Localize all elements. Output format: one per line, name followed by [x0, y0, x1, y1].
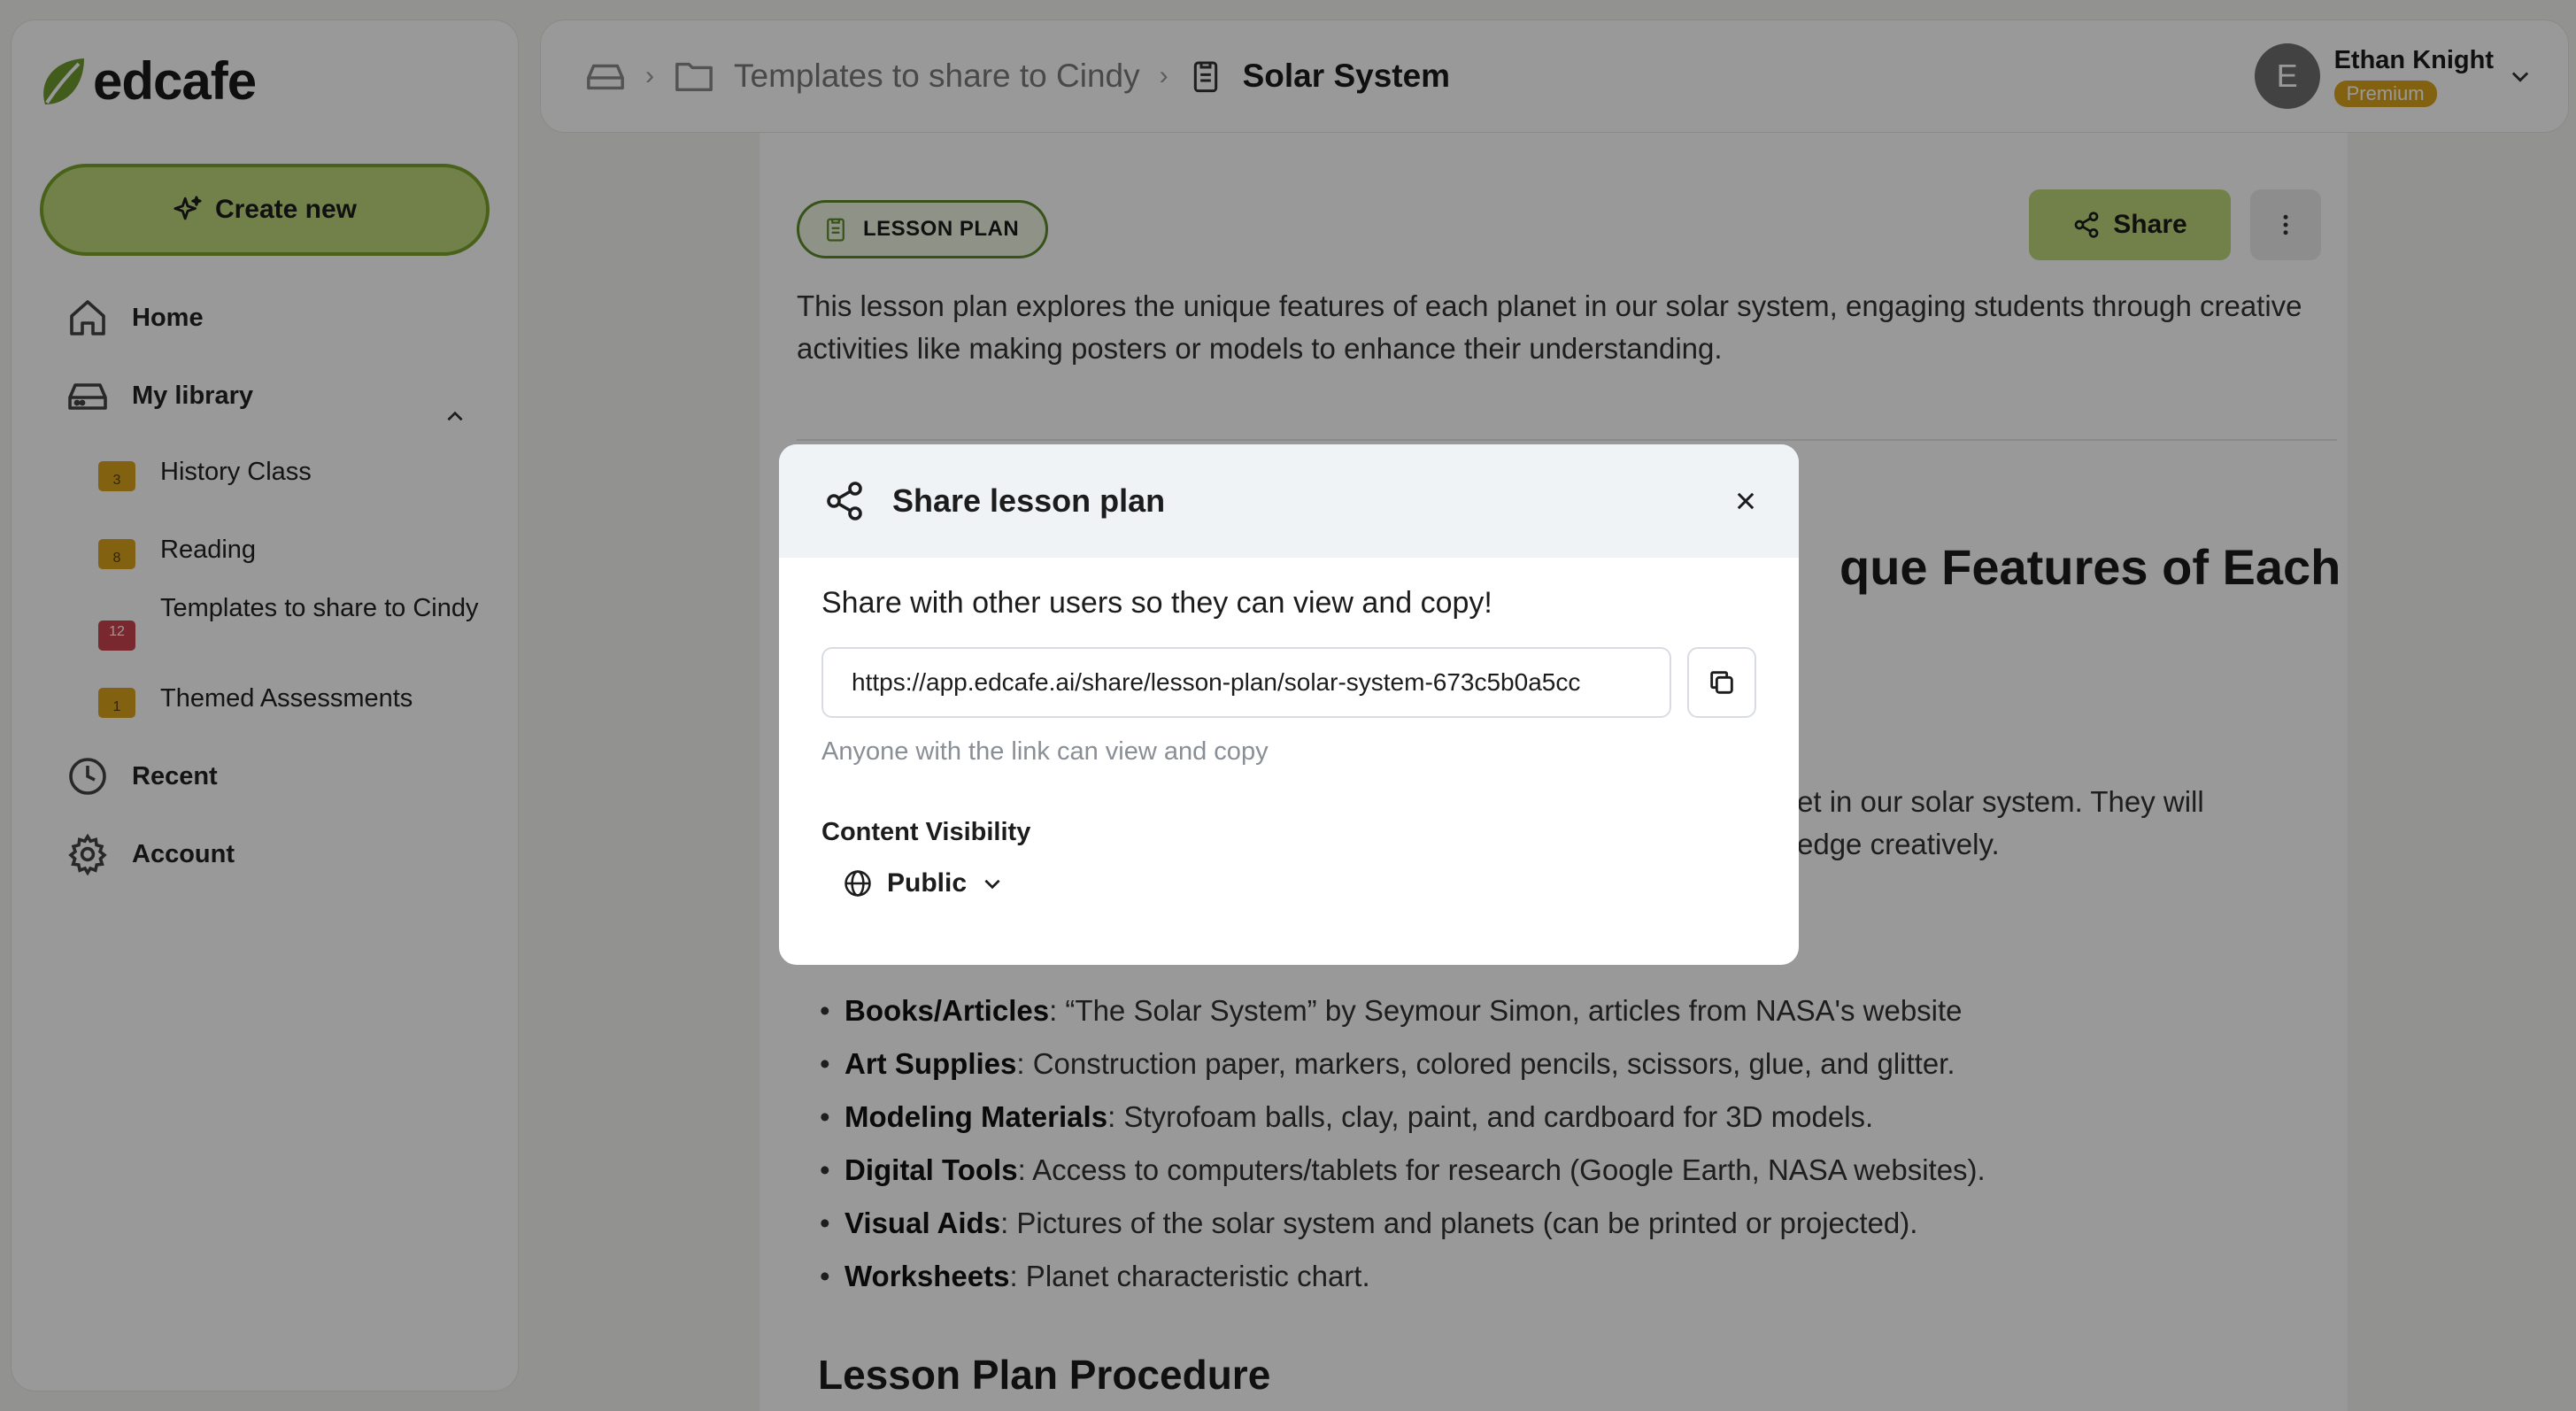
chevron-down-icon: [984, 879, 1000, 890]
share-icon: [827, 482, 862, 520]
share-link-hint: Anyone with the link can view and copy: [821, 737, 1269, 766]
share-modal: Share lesson plan Share with other users…: [779, 444, 1799, 965]
share-link-input[interactable]: [821, 647, 1672, 718]
globe-icon: [845, 870, 871, 897]
visibility-select[interactable]: Public: [843, 868, 1756, 898]
close-icon[interactable]: [1733, 489, 1758, 513]
modal-subtitle: Share with other users so they can view …: [821, 586, 1492, 620]
modal-title: Share lesson plan: [892, 482, 1166, 519]
visibility-value: Public: [887, 868, 968, 898]
copy-link-button[interactable]: [1687, 647, 1756, 718]
app: edcafe Create new Home My library 3 Hist…: [0, 0, 2576, 1411]
copy-icon: [1710, 671, 1733, 694]
visibility-label: Content Visibility: [821, 818, 1031, 846]
share-link-row: [821, 647, 1756, 718]
modal-body: Share with other users so they can view …: [779, 558, 1799, 927]
modal-header: Share lesson plan: [779, 444, 1799, 558]
